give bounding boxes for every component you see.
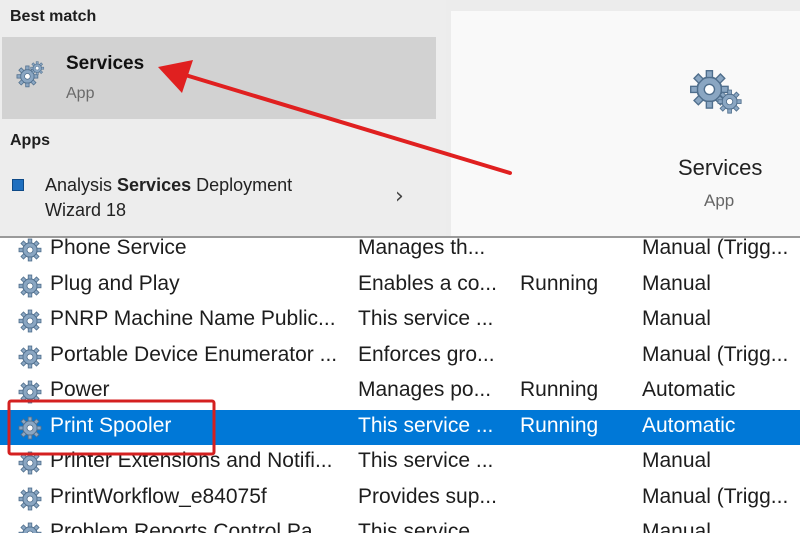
service-startup-type: Manual <box>642 271 711 295</box>
service-name: Problem Reports Control Pa... <box>50 520 331 533</box>
service-startup-type: Manual <box>642 520 711 533</box>
start-search-panel: Best match Services App Apps Analysis Se… <box>0 0 800 237</box>
chevron-right-icon[interactable]: › <box>395 184 404 209</box>
service-row-printer-extensions[interactable]: Printer Extensions and Notifi... This se… <box>0 445 800 481</box>
preview-app-type: App <box>704 191 735 210</box>
service-gear-icon <box>18 274 42 297</box>
service-description: This service ... <box>358 307 494 330</box>
service-description: Manages th... <box>358 238 486 259</box>
service-name: Plug and Play <box>50 271 180 295</box>
service-description: Manages po... <box>358 378 492 401</box>
service-name: Portable Device Enumerator ... <box>50 342 338 366</box>
best-match-heading: Best match <box>10 8 97 25</box>
service-gear-icon <box>18 451 42 475</box>
service-description: Enables a co... <box>358 271 497 295</box>
service-description: This service ... <box>358 449 494 472</box>
service-name: PNRP Machine Name Public... <box>50 307 336 330</box>
service-row-print-spooler[interactable]: Print Spooler This service ... Running A… <box>0 409 800 445</box>
service-gear-icon <box>18 380 42 404</box>
service-row-plug-and-play[interactable]: Plug and Play Enables a co... Running Ma… <box>0 268 800 304</box>
service-description: Provides sup... <box>358 484 497 508</box>
best-match-services-item[interactable]: Services App <box>2 37 436 119</box>
apps-item-analysis-services[interactable]: Analysis Services Deployment Wizard 18 › <box>0 166 446 230</box>
service-gear-icon <box>18 416 42 439</box>
best-match-app-name: Services <box>66 53 145 74</box>
service-row-problem-reports[interactable]: Problem Reports Control Pa... This servi… <box>0 516 800 533</box>
service-startup-type: Automatic <box>642 413 736 437</box>
service-startup-type: Manual <box>642 307 711 330</box>
service-gear-icon <box>18 238 42 262</box>
service-row-portable-device-enumerator[interactable]: Portable Device Enumerator ... Enforces … <box>0 339 800 375</box>
service-name: Printer Extensions and Notifi... <box>50 449 333 472</box>
apps-heading: Apps <box>10 132 50 149</box>
service-name: Phone Service <box>50 238 187 259</box>
service-gear-icon <box>18 309 42 333</box>
service-row-pnrp-machine-name[interactable]: PNRP Machine Name Public... This service… <box>0 303 800 339</box>
service-gear-icon <box>18 345 42 368</box>
services-gear-icon <box>689 69 742 114</box>
service-name: Power <box>50 378 110 401</box>
service-name: PrintWorkflow_e84075f <box>50 484 267 508</box>
app-window-icon <box>12 179 24 191</box>
service-startup-type: Manual (Trigg... <box>642 342 789 366</box>
service-startup-type: Manual (Trigg... <box>642 238 789 259</box>
service-status: Running <box>520 271 599 295</box>
services-gear-icon <box>16 61 45 88</box>
preview-app-title: Services <box>678 155 763 180</box>
app-preview-pane: Services App <box>451 11 800 237</box>
service-gear-icon <box>18 522 42 533</box>
service-row-printworkflow[interactable]: PrintWorkflow_e84075f Provides sup... Ma… <box>0 481 800 517</box>
best-match-app-type: App <box>66 85 95 102</box>
service-startup-type: Manual (Trigg... <box>642 484 789 508</box>
services-list: Phone Service Manages th... Manual (Trig… <box>0 238 800 533</box>
search-results-column: Best match Services App Apps Analysis Se… <box>0 0 446 237</box>
service-row-power[interactable]: Power Manages po... Running Automatic <box>0 374 800 410</box>
service-description: This service ... <box>358 520 494 533</box>
service-gear-icon <box>18 487 42 510</box>
service-description: This service ... <box>358 413 494 437</box>
service-status: Running <box>520 378 599 401</box>
service-row-phone-service[interactable]: Phone Service Manages th... Manual (Trig… <box>0 238 800 268</box>
service-startup-type: Automatic <box>642 378 736 401</box>
service-status: Running <box>520 413 599 437</box>
apps-item-label: Analysis Services Deployment Wizard 18 <box>45 175 293 220</box>
service-description: Enforces gro... <box>358 342 495 366</box>
service-name: Print Spooler <box>50 413 172 437</box>
service-startup-type: Manual <box>642 449 711 472</box>
